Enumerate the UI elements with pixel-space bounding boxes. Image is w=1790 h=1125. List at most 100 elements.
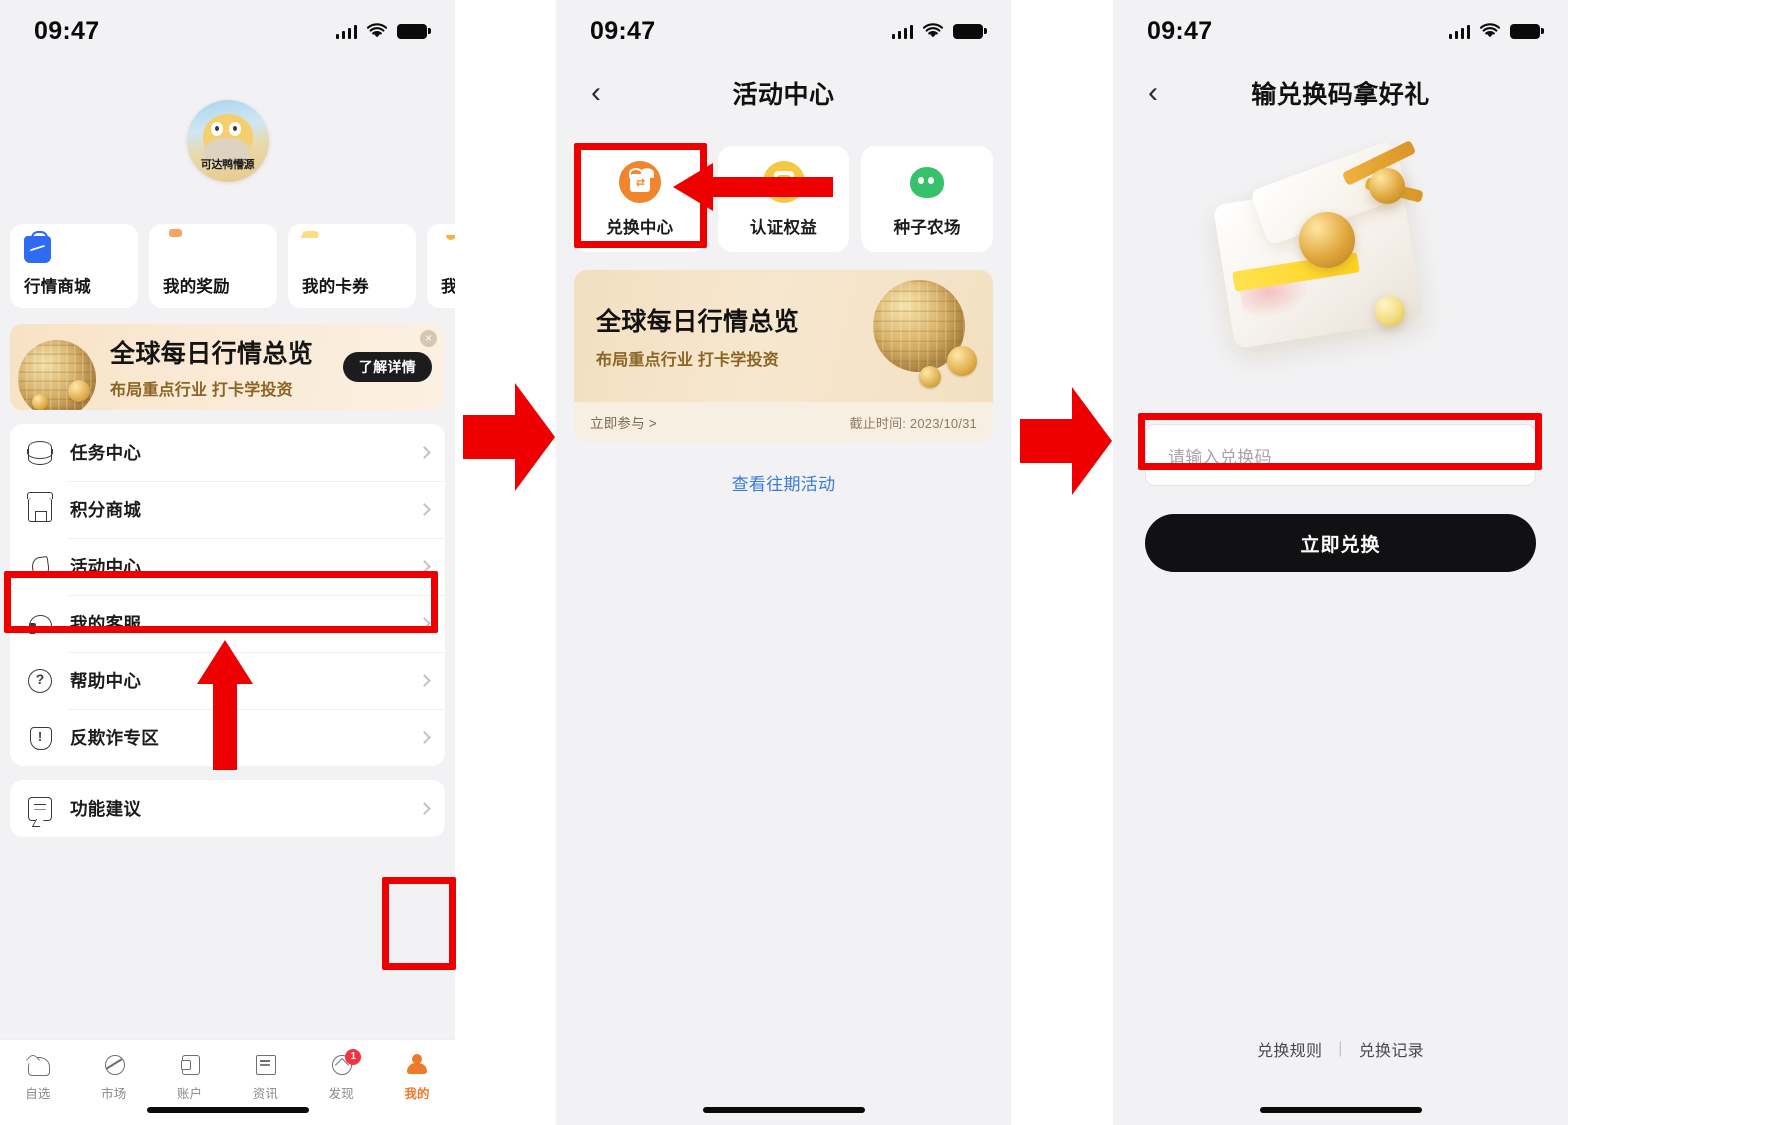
profile-avatar-wrap[interactable]: 可达鸭懵源 <box>0 100 455 182</box>
phone-screen-profile: 09:47 可达鸭懵源 行情商城 我的奖励 我的卡券 我 全球每日行情总览 布局… <box>0 0 455 1125</box>
avatar-nickname: 可达鸭懵源 <box>200 159 255 171</box>
news-icon <box>253 1052 277 1076</box>
menu-item-label: 帮助中心 <box>70 671 142 691</box>
activity-banner-image: 全球每日行情总览 布局重点行业 打卡学投资 <box>574 270 993 402</box>
redeem-rules-link[interactable]: 兑换规则 <box>1257 1037 1322 1061</box>
page-title: 活动中心 <box>732 81 835 109</box>
tab-news[interactable]: 资讯 <box>227 1052 303 1102</box>
status-bar: 09:47 <box>0 0 455 62</box>
join-now-link[interactable]: 立即参与 > <box>590 412 657 432</box>
quick-card-label: 我的奖励 <box>163 278 230 296</box>
menu-item-activity-center[interactable]: 活动中心 <box>10 538 445 595</box>
redeem-now-button[interactable]: 立即兑换 <box>1145 514 1536 572</box>
account-icon <box>178 1052 202 1076</box>
quick-card-market-mall[interactable]: 行情商城 <box>10 224 138 308</box>
home-indicator <box>702 1107 865 1113</box>
shield-alert-icon: ! <box>28 726 52 750</box>
profile-icon <box>405 1052 429 1076</box>
activity-banner-footer: 立即参与 > 截止时间: 2023/10/31 <box>574 402 993 442</box>
tab-label: 市场 <box>101 1087 127 1101</box>
wifi-icon <box>366 23 388 39</box>
phone-screen-redeem-code: 09:47 ‹ 输兑换码拿好礼 请输入兑换码 立即兑换 兑换规则 | 兑换记录 <box>1113 0 1568 1125</box>
menu-item-label: 任务中心 <box>70 443 142 463</box>
gift-illustration <box>1113 124 1568 424</box>
status-time: 09:47 <box>590 16 656 45</box>
quick-card-label: 行情商城 <box>24 278 91 296</box>
status-time: 09:47 <box>34 16 100 45</box>
footer-separator: | <box>1338 1040 1343 1057</box>
redeem-code-input[interactable]: 请输入兑换码 <box>1145 424 1536 486</box>
battery-icon <box>397 23 431 39</box>
back-chevron-icon[interactable]: ‹ <box>1131 71 1175 115</box>
wifi-icon <box>922 23 944 39</box>
notification-badge: 1 <box>345 1049 362 1065</box>
panel-gutter-2 <box>1011 0 1113 1125</box>
signal-icon <box>335 24 357 39</box>
menu-item-label: 我的客服 <box>70 614 142 634</box>
menu-item-points-mall[interactable]: 积分商城 <box>10 481 445 538</box>
home-indicator <box>1259 1107 1422 1113</box>
quick-card-my-coupons[interactable]: 我的卡券 <box>288 224 416 308</box>
quick-card-my-rewards[interactable]: 我的奖励 <box>149 224 277 308</box>
chevron-right-icon <box>418 560 431 573</box>
chevron-right-icon <box>418 503 431 516</box>
nav-bar: ‹ 输兑换码拿好礼 <box>1113 62 1568 124</box>
panel-gutter-3 <box>1568 0 1790 1125</box>
tab-label: 资讯 <box>252 1087 279 1101</box>
deadline-text: 截止时间: 2023/10/31 <box>849 415 977 431</box>
nav-bar: ‹ 活动中心 <box>556 62 1011 124</box>
activity-banner-card[interactable]: 全球每日行情总览 布局重点行业 打卡学投资 立即参与 > 截止时间: 2023/… <box>574 270 993 442</box>
menu-item-label: 反欺诈专区 <box>70 728 159 748</box>
promo-subtitle: 布局重点行业 打卡学投资 <box>110 382 293 399</box>
menu-item-label: 功能建议 <box>70 799 142 819</box>
gift-box-icon: ⇄ <box>618 160 661 203</box>
store-icon <box>27 491 53 522</box>
menu-item-label: 活动中心 <box>70 557 142 577</box>
bottom-tab-bar: 自选 市场 账户 资讯 1 发现 我的 <box>0 1039 455 1125</box>
promo-banner[interactable]: 全球每日行情总览 布局重点行业 打卡学投资 了解详情 × <box>10 324 445 410</box>
close-icon[interactable]: × <box>420 330 437 347</box>
quick-card-my-alerts[interactable]: 我的提醒 <box>427 224 455 308</box>
tab-account[interactable]: 账户 <box>152 1052 228 1102</box>
menu-item-label: 积分商城 <box>70 500 142 520</box>
chevron-right-icon <box>418 446 431 459</box>
market-icon <box>102 1052 126 1076</box>
entry-label: 种子农场 <box>893 218 961 237</box>
tab-label: 账户 <box>176 1087 203 1101</box>
entry-seed-farm[interactable]: 种子农场 <box>861 146 994 252</box>
status-indicators <box>891 23 987 39</box>
tab-market[interactable]: 市场 <box>76 1052 152 1102</box>
menu-item-feedback[interactable]: 功能建议 <box>10 780 445 837</box>
menu-item-task-center[interactable]: 任务中心 <box>10 424 445 481</box>
back-chevron-icon[interactable]: ‹ <box>574 71 618 115</box>
quick-card-label: 我的卡券 <box>302 278 369 296</box>
panel-gutter-1 <box>455 0 556 1125</box>
signal-icon <box>891 24 913 39</box>
status-indicators <box>335 23 431 39</box>
tab-label: 自选 <box>25 1087 51 1101</box>
database-icon <box>27 440 53 465</box>
seed-farm-icon <box>906 160 949 203</box>
menu-group-secondary: 功能建议 <box>10 780 445 837</box>
flame-icon <box>28 555 52 579</box>
wifi-icon <box>1479 23 1501 39</box>
coupon-card-icon <box>302 236 329 263</box>
avatar[interactable]: 可达鸭懵源 <box>186 100 269 182</box>
tab-label: 发现 <box>328 1087 354 1101</box>
annotation-arrow-up-1 <box>197 640 253 775</box>
chevron-right-icon <box>418 802 431 815</box>
tab-profile[interactable]: 我的 <box>379 1052 455 1102</box>
tab-watchlist[interactable]: 自选 <box>0 1052 76 1102</box>
quick-card-label: 我的提醒 <box>441 278 455 296</box>
battery-icon <box>953 23 987 39</box>
battery-icon <box>1510 23 1544 39</box>
entry-label: 兑换中心 <box>606 218 674 237</box>
annotation-arrow-left-1 <box>673 163 833 216</box>
shopping-bag-icon <box>24 231 51 263</box>
promo-cta-button[interactable]: 了解详情 <box>342 352 432 382</box>
view-past-activities-link[interactable]: 查看往期活动 <box>556 470 1011 495</box>
tab-discover[interactable]: 1 发现 <box>303 1049 379 1102</box>
question-circle-icon: ? <box>28 668 52 693</box>
redeem-records-link[interactable]: 兑换记录 <box>1359 1037 1424 1061</box>
quick-action-row: 行情商城 我的奖励 我的卡券 我的提醒 <box>0 224 455 308</box>
